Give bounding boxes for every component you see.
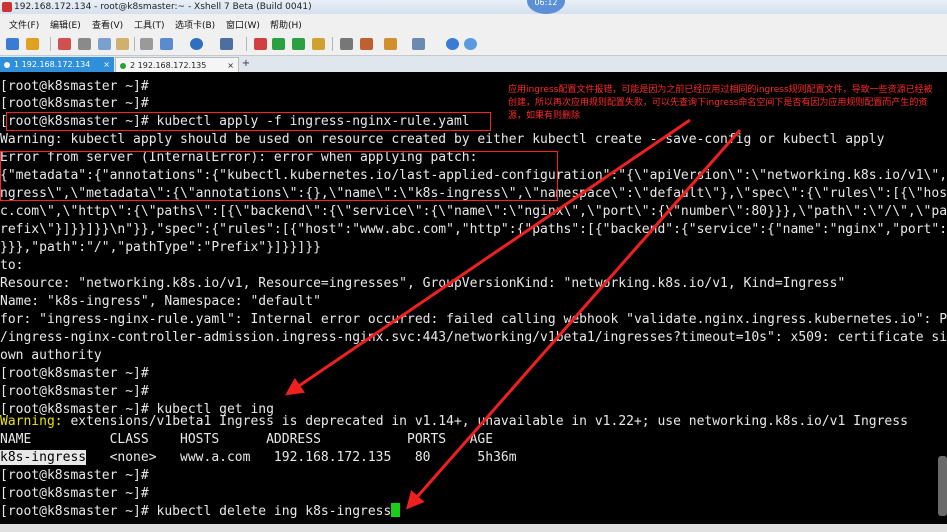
menu-window[interactable]: 窗口(W): [226, 18, 260, 31]
close-icon[interactable]: ×: [227, 58, 234, 73]
menu-edit[interactable]: 编辑(E): [50, 18, 81, 31]
xftp-icon[interactable]: [272, 38, 285, 50]
globe-icon[interactable]: [190, 38, 203, 50]
terminal-line: for: "ingress-nginx-rule.yaml": Internal…: [0, 312, 947, 327]
paste-icon[interactable]: [116, 38, 129, 50]
terminal-line: [root@k8smaster ~]#: [0, 486, 149, 501]
terminal-cursor: [391, 503, 401, 517]
tab-label: 2 192.168.172.135: [130, 61, 207, 70]
table-row: k8s-ingress <none> www.a.com 192.168.172…: [0, 449, 517, 467]
terminal-line: c.com\",\"http\":{\"paths\":[{\"backend\…: [0, 204, 947, 219]
lock-icon[interactable]: [312, 38, 325, 50]
terminal-line: Name: "k8s-ingress", Namespace: "default…: [0, 294, 321, 309]
ingress-row-values: <none> www.a.com 192.168.172.135 80 5h36…: [86, 450, 517, 465]
xshell-app-icon: [2, 2, 12, 12]
tab-bar: 1 192.168.172.134 × 2 192.168.172.135 × …: [0, 56, 947, 72]
menu-help[interactable]: 帮助(H): [270, 18, 302, 31]
disconnect-icon[interactable]: [78, 38, 91, 50]
terminal-view[interactable]: [root@k8smaster ~]# [root@k8smaster ~]# …: [0, 74, 947, 532]
script-icon[interactable]: [360, 38, 373, 50]
fullscreen-icon[interactable]: [292, 38, 305, 50]
terminal-line: [root@k8smaster ~]#: [0, 79, 149, 94]
error-highlight: [0, 151, 558, 201]
tab-session-2[interactable]: 2 192.168.172.135 ×: [115, 57, 239, 72]
open-folder-icon[interactable]: [26, 38, 39, 50]
terminal-line: own authority: [0, 348, 102, 363]
font-icon[interactable]: [220, 38, 233, 50]
terminal-line: [root@k8smaster ~]#: [0, 96, 149, 111]
menu-tabs[interactable]: 选项卡(B): [175, 18, 215, 31]
terminal-line: refix\"}]}}]}}\n"}},"spec":{"rules":[{"h…: [0, 222, 947, 237]
scrollbar-thumb[interactable]: [938, 456, 947, 516]
compose-icon[interactable]: [384, 38, 397, 50]
terminal-line: }}},"path":"/","pathType":"Prefix"}]}}]}…: [0, 240, 321, 255]
terminal-line: /ingress-nginx-controller-admission.ingr…: [0, 330, 947, 345]
add-tab-button[interactable]: +: [240, 57, 252, 71]
color-icon[interactable]: [254, 38, 267, 50]
status-bar: [0, 524, 947, 532]
info-icon[interactable]: [464, 38, 477, 50]
toolbar-separator: [134, 37, 135, 51]
session-status-icon: [120, 63, 126, 69]
layout-icon[interactable]: [412, 38, 425, 50]
session-status-icon: [4, 62, 10, 68]
new-session-icon[interactable]: [6, 38, 19, 50]
zoom-icon[interactable]: [160, 38, 173, 50]
reconnect-icon[interactable]: [58, 38, 71, 50]
terminal-line: Warning: kubectl apply should be used on…: [0, 132, 885, 147]
terminal-command-line[interactable]: [root@k8smaster ~]# kubectl delete ing k…: [0, 503, 401, 521]
copy-icon[interactable]: [98, 38, 111, 50]
terminal-line: [root@k8smaster ~]#: [0, 468, 149, 483]
terminal-line: to:: [0, 258, 24, 273]
command-text: [root@k8smaster ~]# kubectl delete ing k…: [0, 504, 392, 519]
terminal-line: Resource: "networking.k8s.io/v1, Resourc…: [0, 276, 846, 291]
ingress-name-cell: k8s-ingress: [0, 450, 87, 465]
find-icon[interactable]: [140, 38, 153, 50]
title-bar: 192.168.172.134 - root@k8smaster:~ - Xsh…: [0, 0, 947, 14]
apply-command-highlight: [6, 112, 491, 131]
table-header: NAME CLASS HOSTS ADDRESS PORTS AGE: [0, 432, 494, 447]
keyboard-icon[interactable]: [340, 38, 353, 50]
tab-session-1[interactable]: 1 192.168.172.134 ×: [0, 57, 114, 72]
terminal-warning-line: Warning: extensions/v1beta1 Ingress is d…: [0, 413, 908, 431]
window-title: 192.168.172.134 - root@k8smaster:~ - Xsh…: [14, 2, 312, 12]
menu-view[interactable]: 查看(V): [92, 18, 123, 31]
close-icon[interactable]: ×: [103, 57, 110, 72]
toolbar-separator: [332, 37, 333, 51]
toolbar-separator: [50, 37, 51, 51]
toolbar: [0, 33, 947, 56]
menu-bar: 文件(F) 编辑(E) 查看(V) 工具(T) 选项卡(B) 窗口(W) 帮助(…: [0, 14, 947, 33]
terminal-line: [root@k8smaster ~]#: [0, 384, 149, 399]
warning-label: Warning:: [0, 414, 63, 429]
warning-text: extensions/v1beta1 Ingress is deprecated…: [62, 414, 908, 429]
terminal-line: [root@k8smaster ~]#: [0, 366, 149, 381]
toolbar-separator: [246, 37, 247, 51]
menu-tools[interactable]: 工具(T): [134, 18, 165, 31]
annotation-note: 应用ingress配置文件报错，可能是因为之前已经应用过相同的ingress规则…: [508, 85, 933, 121]
tab-label: 1 192.168.172.134: [14, 60, 91, 69]
menu-file[interactable]: 文件(F): [9, 18, 39, 31]
help-icon[interactable]: [446, 38, 459, 50]
